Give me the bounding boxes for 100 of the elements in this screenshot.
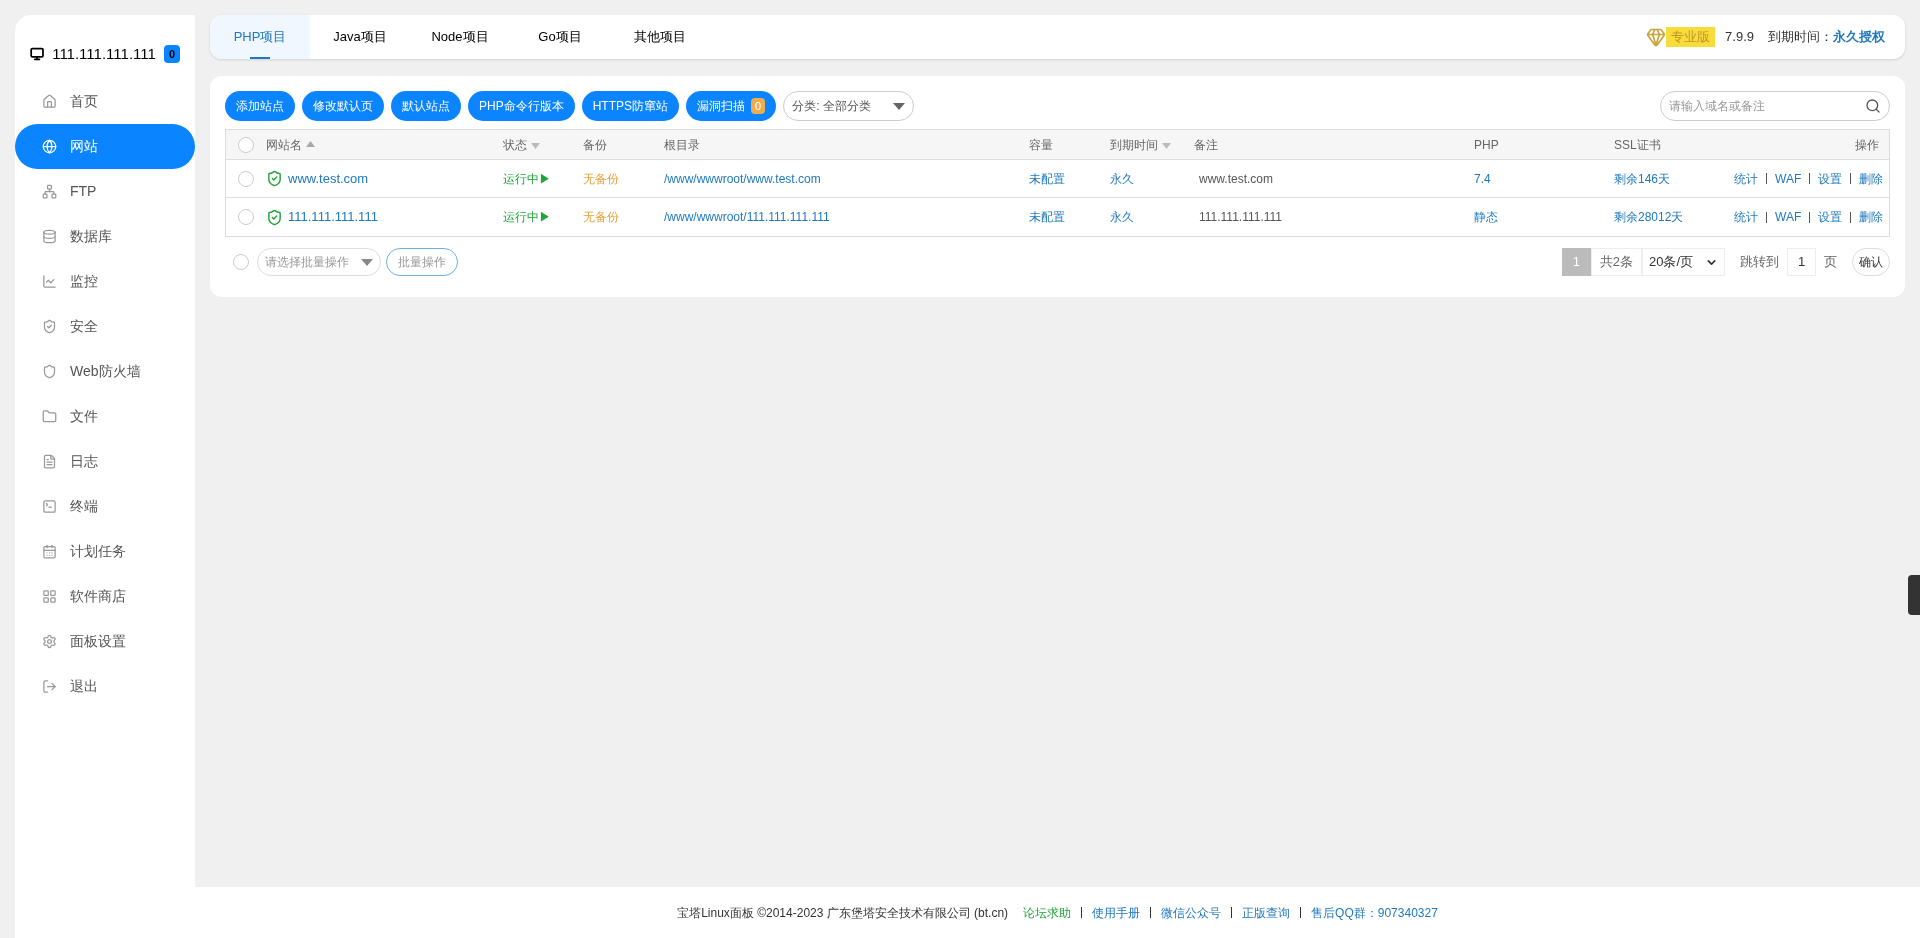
sort-down-icon[interactable] <box>1162 142 1171 149</box>
sidebar-item[interactable]: 终端 <box>15 484 195 529</box>
action-link[interactable]: 删除 <box>1859 208 1884 226</box>
sidebar-item[interactable]: FTP <box>15 169 195 214</box>
note-text: www.test.com <box>1198 170 1273 188</box>
copyright-text: 宝塔Linux面板 ©2014-2023 广东堡塔安全技术有限公司 (bt.cn) <box>677 904 1009 922</box>
diamond-icon <box>1646 27 1667 47</box>
php-version-link[interactable]: 7.4 <box>1474 169 1491 188</box>
jump-label: 跳转到 <box>1740 253 1779 272</box>
settings-icon <box>42 634 57 649</box>
project-tab[interactable]: PHP项目 <box>210 15 310 59</box>
site-name-link[interactable]: 111.111.111.111 <box>288 207 378 227</box>
status-text[interactable]: 运行中▶ <box>503 208 551 226</box>
sidebar-item[interactable]: 退出 <box>15 664 195 709</box>
project-tab[interactable]: Java项目 <box>310 15 410 59</box>
sidebar-item[interactable]: Web防火墙 <box>15 349 195 394</box>
monitor-icon <box>30 46 45 62</box>
footer-link[interactable]: 售后QQ群：907340327 <box>1311 903 1438 922</box>
sidebar-item[interactable]: 文件 <box>15 394 195 439</box>
caret-icon <box>893 102 906 110</box>
search-field[interactable]: 请输入域名或备注 <box>1660 91 1890 121</box>
shield-icon <box>266 170 283 187</box>
ssl-link[interactable]: 剩余28012天 <box>1614 208 1684 226</box>
quota-link[interactable]: 未配置 <box>1029 169 1065 188</box>
logout-icon <box>42 679 57 694</box>
column-header: 备份 <box>583 136 607 154</box>
toolbar-button[interactable]: 修改默认页 <box>302 91 384 121</box>
tab-underline <box>250 57 270 59</box>
shield-check-icon <box>42 319 57 334</box>
project-tab[interactable]: 其他项目 <box>610 15 710 59</box>
root-path-link[interactable]: /www/wwwroot/111.111.111.111 <box>664 208 830 226</box>
checkbox[interactable] <box>238 170 254 187</box>
notification-badge[interactable]: 0 <box>163 44 180 64</box>
column-header: 到期时间 <box>1110 136 1158 154</box>
checkbox[interactable] <box>238 209 254 225</box>
toolbar-button[interactable]: PHP命令行版本 <box>468 91 575 121</box>
sidebar-item[interactable]: 计划任务 <box>15 529 195 574</box>
home-icon <box>42 94 57 109</box>
sidebar-item[interactable]: 面板设置 <box>15 619 195 664</box>
note-text: 111.111.111.111 <box>1198 209 1282 226</box>
expiry-link[interactable]: 永久 <box>1110 208 1134 226</box>
jump-page-field[interactable]: 1 <box>1787 248 1816 276</box>
action-link[interactable]: 设置 <box>1818 169 1843 188</box>
folder-icon <box>42 409 57 424</box>
expiry-link[interactable]: 永久 <box>1110 169 1134 188</box>
quota-link[interactable]: 未配置 <box>1029 208 1065 226</box>
ssl-link[interactable]: 剩余146天 <box>1614 169 1671 188</box>
action-link[interactable]: WAF <box>1775 208 1802 226</box>
column-header: 容量 <box>1029 136 1053 154</box>
sidebar-item[interactable]: 日志 <box>15 439 195 484</box>
sidebar-item[interactable]: 安全 <box>15 304 195 349</box>
sidebar-item[interactable]: 监控 <box>15 259 195 304</box>
column-header: 状态 <box>503 136 527 154</box>
action-link[interactable]: WAF <box>1775 169 1802 188</box>
column-header: 根目录 <box>664 136 700 154</box>
action-link[interactable]: 统计 <box>1734 169 1758 188</box>
chart-icon <box>42 274 57 289</box>
shield-icon <box>42 364 57 379</box>
sort-up-icon[interactable] <box>306 140 315 147</box>
action-link[interactable]: 设置 <box>1818 208 1843 226</box>
footer-link[interactable]: 论坛求助 <box>1023 903 1072 922</box>
toolbar-button[interactable]: 默认站点 <box>391 91 461 121</box>
globe-icon <box>42 139 57 154</box>
side-handle[interactable] <box>1908 575 1920 615</box>
project-tab[interactable]: Go项目 <box>510 15 610 59</box>
search-icon[interactable] <box>1865 98 1881 114</box>
column-header: PHP <box>1474 136 1499 154</box>
toolbar-button[interactable]: 漏洞扫描 0 <box>686 91 777 121</box>
column-header: 网站名 <box>266 136 302 154</box>
site-name-link[interactable]: www.test.com <box>288 168 369 189</box>
toolbar-button[interactable]: HTTPS防窜站 <box>581 91 680 121</box>
action-link[interactable]: 删除 <box>1859 169 1884 188</box>
terminal-icon <box>42 499 57 514</box>
php-version-link[interactable]: 静态 <box>1474 208 1498 226</box>
project-tab[interactable]: Node项目 <box>410 15 510 59</box>
shield-icon <box>266 208 283 226</box>
page-size-select[interactable]: 20条/页 <box>1642 248 1725 276</box>
page-unit: 页 <box>1824 253 1837 272</box>
document-icon <box>42 454 57 469</box>
footer-link[interactable]: 正版查询 <box>1242 903 1291 922</box>
sidebar-item[interactable]: 软件商店 <box>15 574 195 619</box>
checkbox[interactable] <box>233 254 249 270</box>
version-text: 7.9.9 <box>1725 28 1754 47</box>
sidebar-item[interactable]: 网站 <box>15 124 195 169</box>
column-header: 备注 <box>1194 136 1218 154</box>
sidebar-item[interactable]: 首页 <box>15 79 195 124</box>
footer-link[interactable]: 使用手册 <box>1092 903 1141 922</box>
action-link[interactable]: 统计 <box>1734 208 1758 226</box>
network-icon <box>42 184 57 199</box>
sidebar-item[interactable]: 数据库 <box>15 214 195 259</box>
count-badge: 0 <box>751 97 766 115</box>
expiry-label: 到期时间： <box>1768 28 1833 47</box>
sort-down-icon[interactable] <box>531 142 540 149</box>
root-path-link[interactable]: /www/wwwroot/www.test.com <box>664 169 821 188</box>
status-text[interactable]: 运行中▶ <box>503 169 551 188</box>
expiry-value[interactable]: 永久授权 <box>1833 27 1885 47</box>
toolbar-button[interactable]: 添加站点 <box>225 91 295 121</box>
checkbox[interactable] <box>238 136 254 153</box>
footer-link[interactable]: 微信公众号 <box>1161 903 1222 922</box>
column-header: 操作 <box>1855 136 1879 154</box>
